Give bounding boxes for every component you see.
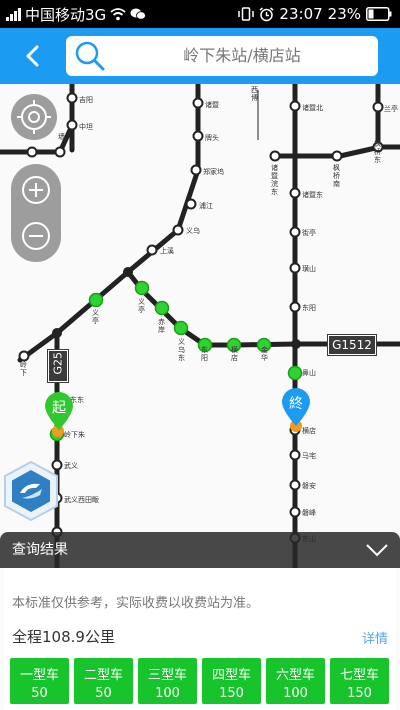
station-label: 上溪	[160, 247, 174, 255]
g1512-shield: G1512	[327, 334, 377, 356]
shield-label: G25	[51, 351, 65, 375]
station-label: 牌头	[205, 134, 219, 142]
wechat-icon	[130, 8, 147, 20]
chevron-left-icon	[26, 45, 39, 67]
station-label: 岭下朱	[64, 431, 85, 439]
search-field[interactable]: 岭下朱站/横店站	[66, 36, 378, 76]
search-icon	[75, 41, 105, 71]
fee-button-type7[interactable]: 七型车 150	[330, 658, 389, 704]
station-label: 枫桥东	[374, 140, 381, 164]
app-logo-button[interactable]	[2, 460, 60, 522]
zoom-in-button[interactable]	[16, 170, 56, 210]
station-label: 义乌	[186, 227, 200, 235]
fee-price: 150	[347, 686, 372, 701]
station-label: 东阳	[201, 346, 208, 362]
fee-price: 100	[283, 686, 308, 701]
fee-type: 一型车	[19, 668, 59, 683]
app-logo-icon	[4, 460, 58, 522]
fee-button-type2[interactable]: 二型车 50	[74, 658, 133, 704]
total-distance: 全程108.9公里	[12, 628, 115, 646]
fee-button-type1[interactable]: 一型车 50	[10, 658, 69, 704]
start-marker-label: 起	[52, 400, 66, 416]
fee-price: 150	[219, 686, 244, 701]
station-label: 诸暨浣东	[271, 164, 278, 196]
g25-shield: G25	[47, 349, 69, 383]
station-label: 义亭	[92, 309, 99, 325]
fee-price: 100	[155, 686, 180, 701]
fee-type: 四型车	[211, 668, 251, 683]
station-label: 鼻山	[302, 369, 316, 377]
station-label: 枫桥南	[333, 164, 340, 188]
details-link[interactable]: 详情	[362, 628, 388, 647]
minus-icon	[22, 222, 50, 250]
station-label: 武义西田畈	[64, 496, 99, 504]
locate-button[interactable]	[11, 94, 57, 140]
disclaimer-text: 本标准仅供参考，实际收费以收费站为准。	[12, 596, 260, 611]
end-marker-label: 終	[289, 396, 303, 412]
shield-label: G1512	[332, 338, 372, 352]
fee-type: 二型车	[83, 668, 123, 683]
station-label: 义亭	[138, 298, 145, 314]
collapse-button[interactable]	[364, 538, 390, 562]
fee-button-type4[interactable]: 四型车 150	[202, 658, 261, 704]
chevron-down-icon	[366, 544, 388, 557]
fee-button-type6[interactable]: 六型车 100	[266, 658, 325, 704]
zoom-controls	[11, 164, 61, 262]
fee-list: 一型车 50 二型车 50 三型车 100 四型车 150 六型车 100 七型车 150	[10, 658, 389, 704]
clock-label: 23:07	[279, 5, 323, 23]
fee-type: 七型车	[339, 668, 379, 683]
station-label: 璜山	[302, 265, 316, 273]
station-label: 横店	[302, 427, 316, 435]
result-title: 查询结果	[12, 542, 68, 558]
carrier-label: 中国移动3G	[25, 5, 107, 24]
end-marker[interactable]: 終	[280, 387, 312, 427]
station-label: 磐峰	[302, 509, 316, 517]
signal-icon	[6, 7, 21, 21]
battery-label: 23%	[327, 5, 361, 23]
fee-type: 三型车	[147, 668, 187, 683]
plus-icon	[22, 176, 50, 204]
station-label: 兰亭	[384, 105, 398, 113]
alarm-icon	[259, 6, 274, 21]
vibrate-icon	[238, 7, 255, 21]
zoom-out-button[interactable]	[16, 216, 56, 256]
station-label: 诸暨北	[302, 104, 323, 112]
top-bar: 岭下朱站/横店站	[0, 28, 400, 84]
station-label: 诸暨	[205, 101, 219, 109]
station-label: 义乌东	[178, 338, 185, 362]
station-label: 墙	[58, 133, 65, 141]
station-label: 浦江	[199, 202, 213, 210]
fee-price: 50	[95, 686, 112, 701]
wifi-icon	[110, 7, 126, 20]
station-label: 诸暨东	[302, 191, 323, 199]
station-label: 郑家坞	[203, 168, 224, 176]
fee-type: 六型车	[275, 668, 315, 683]
station-label: 横店	[231, 346, 238, 362]
search-query: 岭下朱站/横店站	[183, 46, 301, 65]
start-marker[interactable]: 起	[43, 391, 75, 431]
station-label: 金华	[261, 346, 268, 362]
station-label: 赤岸	[158, 318, 165, 334]
battery-icon	[366, 7, 392, 21]
result-panel-header: 查询结果	[0, 532, 400, 568]
station-label: 东阳	[302, 304, 316, 312]
station-label: 西博	[251, 86, 258, 102]
fee-price: 50	[31, 686, 48, 701]
station-label: 马宅	[302, 452, 316, 460]
result-panel: 查询结果 本标准仅供参考，实际收费以收费站为准。 全程108.9公里 详情 一型…	[0, 532, 400, 710]
station-label: 吉阳	[79, 96, 93, 104]
fee-button-type3[interactable]: 三型车 100	[138, 658, 197, 704]
crosshair-icon	[17, 100, 51, 134]
station-label: 街亭	[302, 229, 316, 237]
result-panel-body: 本标准仅供参考，实际收费以收费站为准。 全程108.9公里 详情 一型车 50 二…	[4, 568, 396, 710]
station-label: 中坦	[79, 123, 93, 131]
station-label: 岭下	[20, 361, 27, 377]
back-button[interactable]	[14, 38, 50, 74]
station-label: 磐安	[302, 482, 316, 490]
station-label: 武义	[64, 462, 78, 470]
status-bar: 中国移动3G 23:07 23%	[0, 0, 400, 28]
